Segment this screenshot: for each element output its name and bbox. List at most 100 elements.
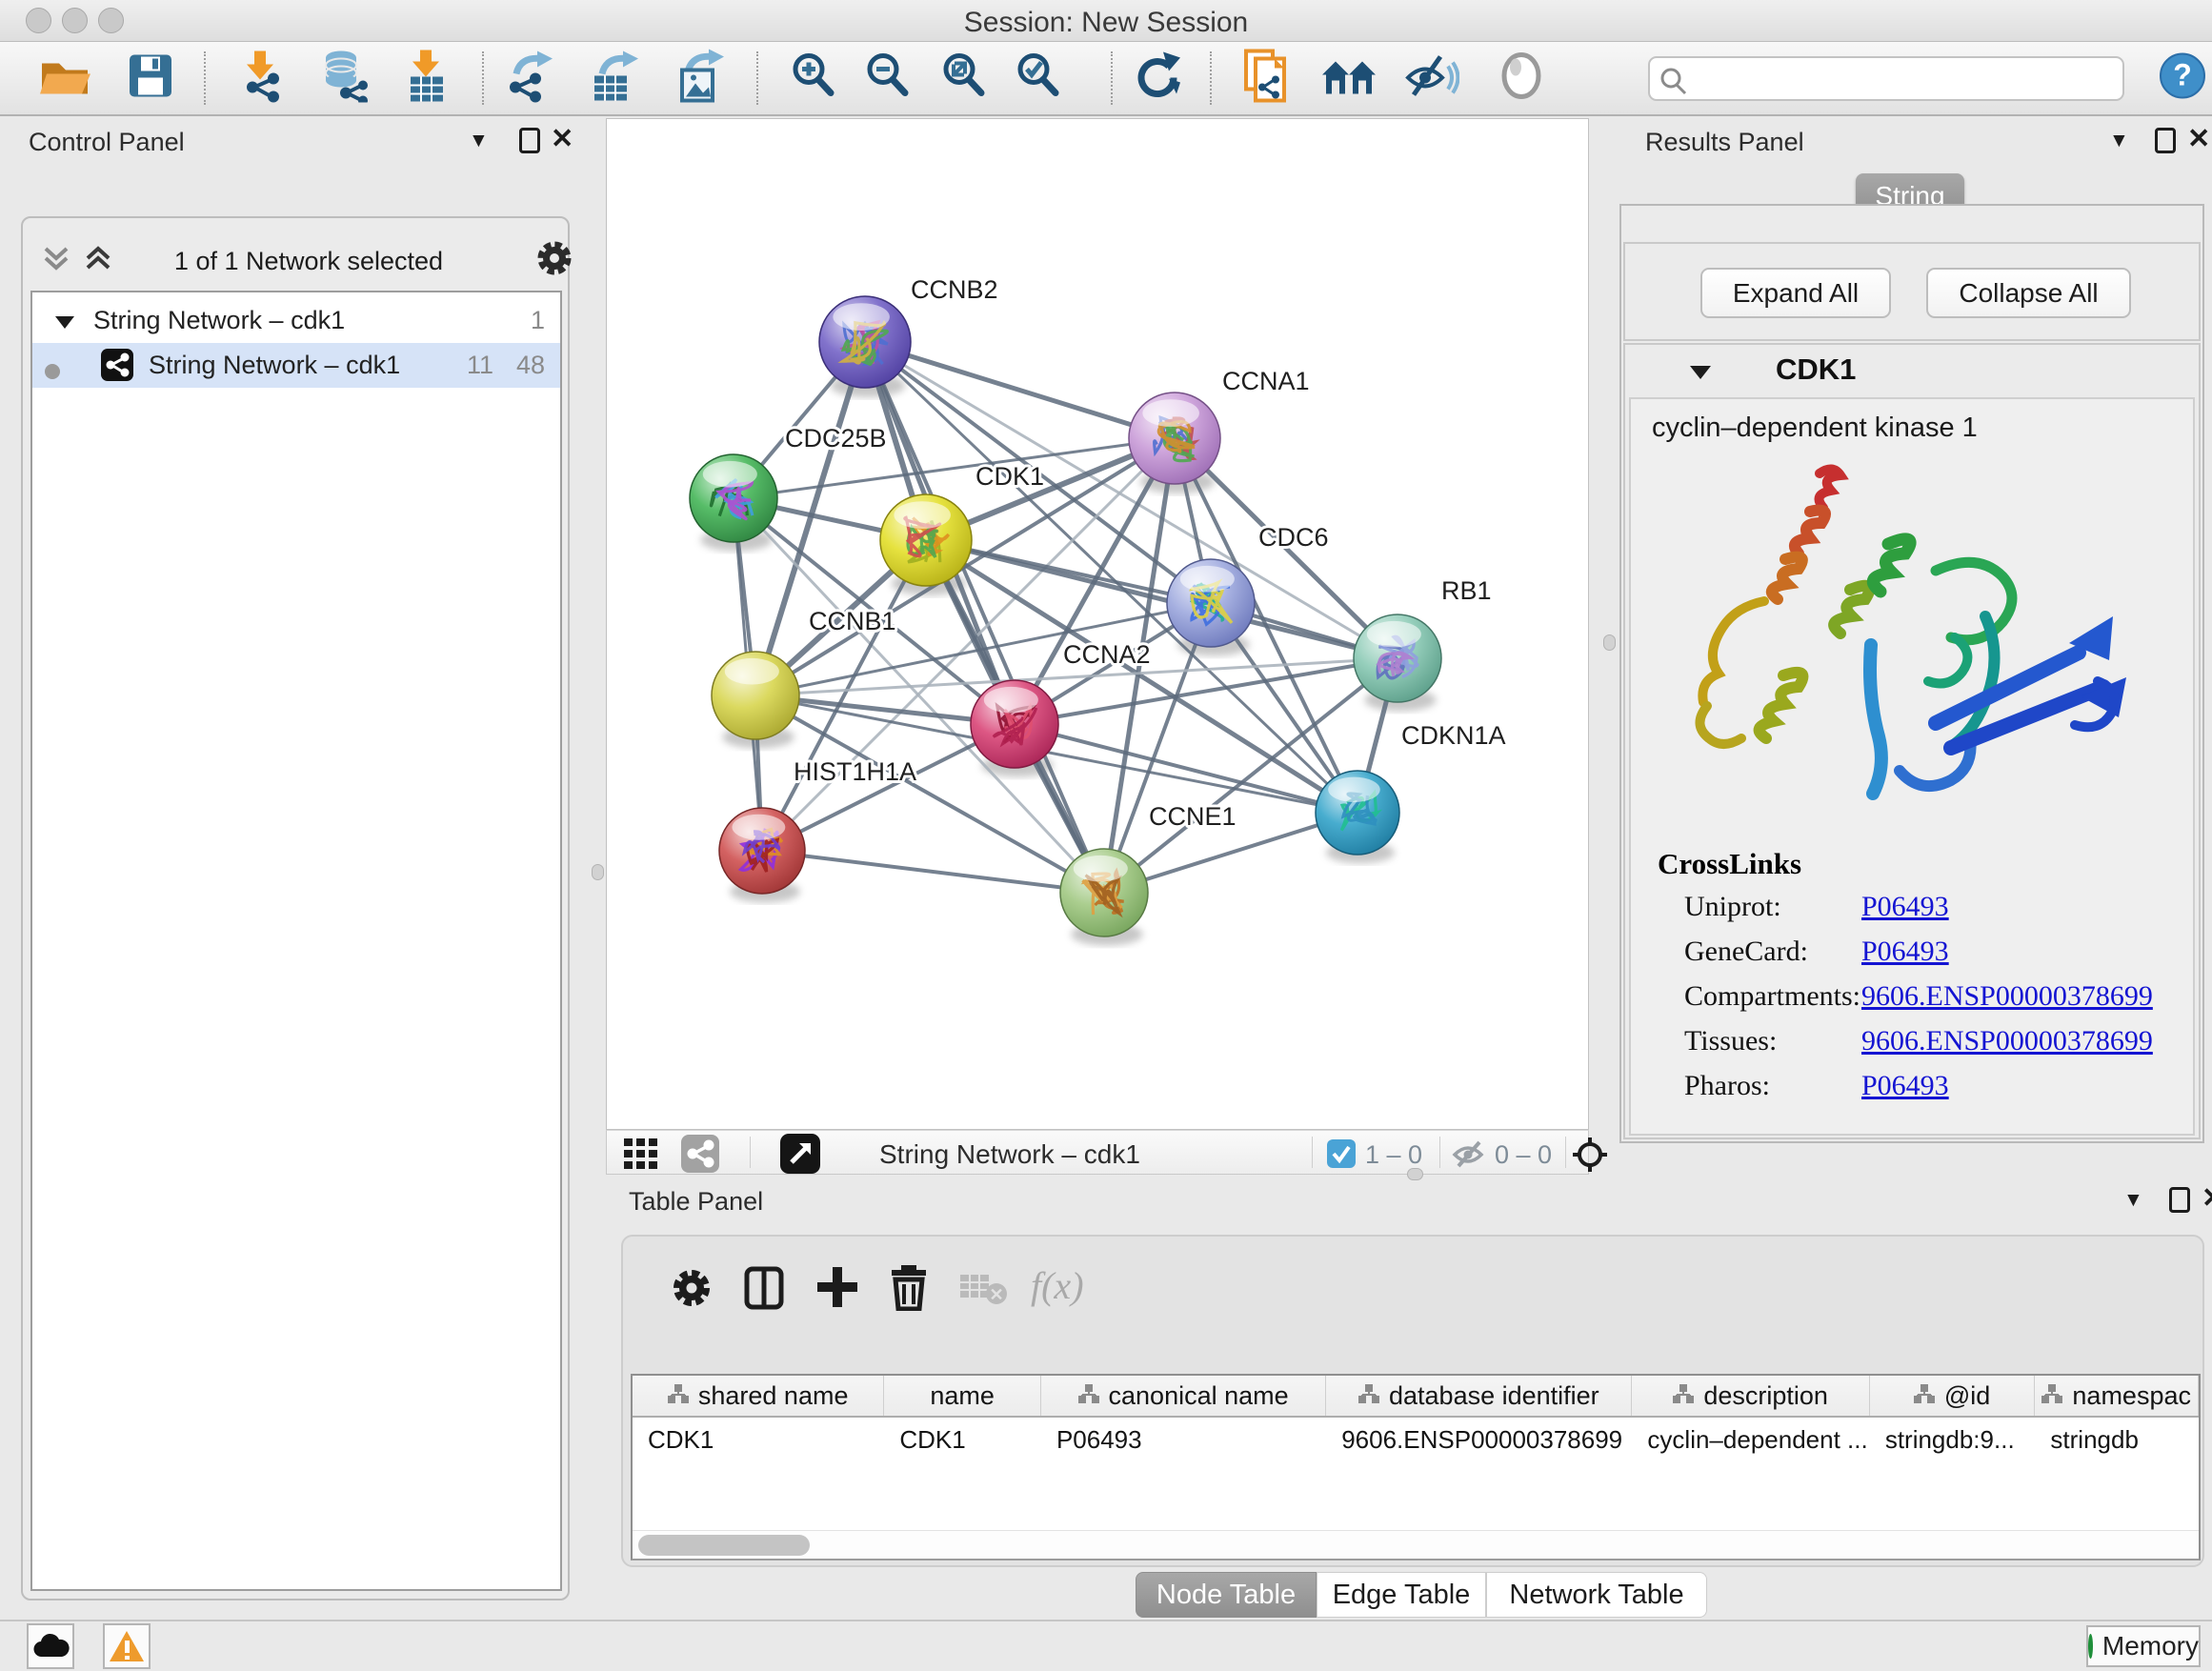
export-image-button[interactable] xyxy=(673,50,726,108)
right-splitter-handle[interactable] xyxy=(1603,634,1616,651)
svg-text:?: ? xyxy=(2173,58,2192,92)
network-graph: CCNB2CCNA1CDC25BCDK1CDC6RB1CCNB1CCNA2CDK… xyxy=(607,119,1590,1131)
column-header-shared-name[interactable]: shared name xyxy=(633,1376,884,1416)
tab-network-table[interactable]: Network Table xyxy=(1486,1572,1707,1618)
fit-selected-crosshair-button[interactable] xyxy=(1571,1136,1609,1178)
table-panel-menu-button[interactable]: ▼ xyxy=(2123,1189,2143,1212)
node-gloss xyxy=(894,501,951,529)
tab-node-table[interactable]: Node Table xyxy=(1136,1572,1317,1618)
network-edge-CCNB2-CCNE1[interactable] xyxy=(865,342,1104,893)
search-input[interactable] xyxy=(1694,62,2113,95)
help-button[interactable]: ? xyxy=(2159,52,2206,105)
string-home-button[interactable] xyxy=(1320,54,1379,103)
export-table-button[interactable] xyxy=(587,50,640,108)
string-import-button[interactable] xyxy=(1242,48,1292,110)
network-tree: String Network – cdk1 1 String Network –… xyxy=(30,291,562,1591)
column-header-namespac[interactable]: namespac xyxy=(2035,1376,2199,1416)
open-session-button[interactable] xyxy=(37,52,92,105)
houses-icon xyxy=(1320,54,1379,98)
crosslink-value-link[interactable]: P06493 xyxy=(1861,891,1949,923)
column-header-description[interactable]: description xyxy=(1632,1376,1869,1416)
zoom-in-button[interactable] xyxy=(788,50,839,107)
table-panel-close-button[interactable]: ✕ xyxy=(2202,1181,2212,1215)
collapse-all-button[interactable]: Collapse All xyxy=(1926,268,2131,318)
birds-eye-view-button[interactable] xyxy=(1498,50,1545,107)
expand-all-button[interactable]: Expand All xyxy=(1700,268,1891,318)
network-edge-CCNB2-CCNA1[interactable] xyxy=(865,342,1175,438)
horizontal-scrollbar[interactable] xyxy=(633,1530,2199,1559)
node-gloss xyxy=(1180,566,1235,593)
column-header-canonical-name[interactable]: canonical name xyxy=(1041,1376,1326,1416)
network-options-gear-button[interactable] xyxy=(533,237,575,284)
tab-edge-table[interactable]: Edge Table xyxy=(1317,1572,1486,1618)
hidden-eye-icon[interactable] xyxy=(1451,1139,1489,1175)
collapse-all-networks-button[interactable] xyxy=(40,241,72,282)
entry-name: CDK1 xyxy=(1776,352,1856,387)
node-entry-header[interactable]: CDK1 xyxy=(1625,345,2199,397)
control-panel-menu-button[interactable]: ▼ xyxy=(469,130,489,152)
column-header-label: canonical name xyxy=(1109,1381,1289,1411)
network-row[interactable]: String Network – cdk1 11 48 xyxy=(32,343,560,388)
results-panel-float-button[interactable] xyxy=(2155,128,2176,153)
table-settings-gear-button[interactable] xyxy=(669,1265,714,1316)
column-header-name[interactable]: name xyxy=(884,1376,1041,1416)
left-splitter-handle[interactable] xyxy=(592,864,604,880)
node-label-CCNA2: CCNA2 xyxy=(1063,640,1151,669)
export-network-button[interactable] xyxy=(503,50,556,108)
expand-all-networks-button[interactable] xyxy=(82,241,114,282)
column-header-label: name xyxy=(930,1381,995,1411)
table-cell: P06493 xyxy=(1041,1419,1326,1460)
delete-column-button[interactable] xyxy=(888,1263,930,1316)
zoom-selected-icon xyxy=(1013,50,1064,102)
import-network-button[interactable] xyxy=(239,50,291,108)
hidden-counts: 0 – 0 xyxy=(1495,1140,1552,1170)
zoom-selected-button[interactable] xyxy=(1013,50,1064,107)
apply-layout-button[interactable] xyxy=(1131,50,1182,107)
enhanced-graphics-toggle-button[interactable] xyxy=(1404,51,1459,106)
crosslink-value-link[interactable]: P06493 xyxy=(1861,1070,1949,1102)
crosslink-value-link[interactable]: 9606.ENSP00000378699 xyxy=(1861,980,2153,1013)
crosslink-value-link[interactable]: P06493 xyxy=(1861,936,1949,968)
footer-separator xyxy=(1565,1137,1566,1168)
memory-button[interactable]: Memory xyxy=(2086,1625,2201,1667)
cloud-status-button[interactable] xyxy=(27,1623,74,1669)
grid-view-button[interactable] xyxy=(624,1138,658,1174)
warning-icon xyxy=(108,1629,146,1663)
delete-table-button[interactable]: ✕ xyxy=(958,1269,1008,1312)
control-panel-float-button[interactable] xyxy=(519,128,540,153)
control-panel-close-button[interactable]: ✕ xyxy=(551,122,573,155)
table-row[interactable]: CDK1CDK1P064939606.ENSP00000378699cyclin… xyxy=(633,1419,2199,1460)
import-network-from-database-button[interactable] xyxy=(318,50,372,108)
crosslink-row: Compartments:9606.ENSP00000378699 xyxy=(1684,980,1860,1013)
import-table-button[interactable] xyxy=(403,49,451,109)
create-column-button[interactable] xyxy=(815,1265,859,1314)
network-collection-row[interactable]: String Network – cdk1 1 xyxy=(32,298,560,343)
column-header--id[interactable]: @id xyxy=(1870,1376,2036,1416)
warnings-button[interactable] xyxy=(103,1623,151,1669)
table-panel-float-button[interactable] xyxy=(2169,1187,2190,1213)
network-selection-status: 1 of 1 Network selected xyxy=(137,247,480,276)
expand-collapse-row: Expand All Collapse All xyxy=(1623,242,2201,341)
save-session-button[interactable] xyxy=(127,52,174,105)
network-view-type-button[interactable] xyxy=(681,1135,719,1178)
zoom-out-button[interactable] xyxy=(862,50,914,107)
column-header-database-identifier[interactable]: database identifier xyxy=(1326,1376,1632,1416)
node-label-CCNA1: CCNA1 xyxy=(1222,367,1310,395)
entry-collapse-arrow[interactable] xyxy=(1688,362,1713,386)
show-columns-button[interactable] xyxy=(743,1265,787,1316)
results-panel-menu-button[interactable]: ▼ xyxy=(2109,130,2129,152)
results-panel-close-button[interactable]: ✕ xyxy=(2187,122,2210,155)
network-selection-bar: 1 of 1 Network selected xyxy=(23,235,568,289)
selected-checkbox-icon[interactable] xyxy=(1327,1139,1356,1173)
detach-view-button[interactable] xyxy=(780,1134,820,1178)
collection-collapse-arrow[interactable] xyxy=(53,309,76,338)
zoom-fit-icon xyxy=(938,50,990,102)
function-builder-button[interactable]: f(x) xyxy=(1031,1263,1084,1308)
network-edge-HIST1H1A-CCNE1[interactable] xyxy=(762,851,1104,893)
node-gloss xyxy=(1142,399,1199,427)
scrollbar-thumb[interactable] xyxy=(638,1535,810,1556)
zoom-fit-button[interactable] xyxy=(938,50,990,107)
network-canvas[interactable]: CCNB2CCNA1CDC25BCDK1CDC6RB1CCNB1CCNA2CDK… xyxy=(606,118,1589,1130)
crosslink-value-link[interactable]: 9606.ENSP00000378699 xyxy=(1861,1025,2153,1057)
status-bar: Memory xyxy=(0,1620,2212,1671)
